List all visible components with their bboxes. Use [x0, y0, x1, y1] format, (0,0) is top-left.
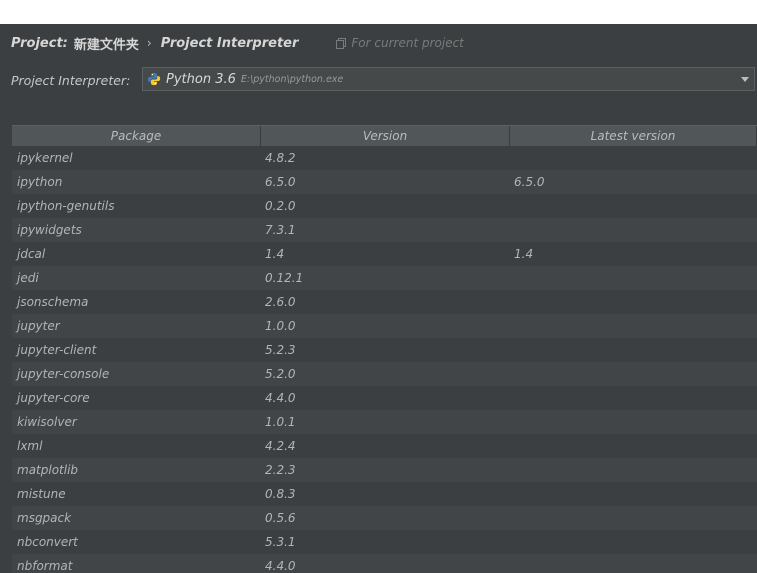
package-latest-version: 6.5.0: [514, 175, 545, 189]
table-row[interactable]: kiwisolver 1.0.1: [12, 410, 757, 434]
package-latest-version: [510, 194, 757, 218]
package-latest-version: [510, 410, 757, 434]
table-row[interactable]: jedi 0.12.1: [12, 266, 757, 290]
package-latest-version: [510, 506, 757, 530]
table-row[interactable]: mistune 0.8.3: [12, 482, 757, 506]
python-logo-icon: [147, 72, 161, 86]
package-name: jupyter-console: [17, 367, 110, 381]
package-name: lxml: [17, 439, 43, 453]
package-latest-version: [510, 482, 757, 506]
package-latest-version: [510, 146, 757, 170]
breadcrumb-separator: ›: [146, 36, 152, 50]
package-version: 5.2.3: [265, 343, 296, 357]
table-row[interactable]: lxml 4.2.4: [12, 434, 757, 458]
table-row[interactable]: ipython 6.5.0 6.5.0: [12, 170, 757, 194]
package-name: ipywidgets: [17, 223, 82, 237]
column-header-version[interactable]: Version: [261, 126, 510, 146]
table-row[interactable]: msgpack 0.5.6: [12, 506, 757, 530]
package-name: jedi: [17, 271, 39, 285]
packages-table: Package Version Latest version ipykernel…: [12, 125, 757, 573]
table-row[interactable]: jupyter-core 4.4.0: [12, 386, 757, 410]
package-version: 0.2.0: [265, 199, 296, 213]
package-name: kiwisolver: [17, 415, 77, 429]
package-name: ipython: [17, 175, 63, 189]
package-name: jupyter-core: [17, 391, 90, 405]
breadcrumb-project-name[interactable]: 新建文件夹: [74, 34, 139, 53]
table-row[interactable]: jupyter-client 5.2.3: [12, 338, 757, 362]
package-latest-version: [510, 338, 757, 362]
package-name: ipython-genutils: [17, 199, 115, 213]
package-version: 1.4: [265, 247, 285, 261]
table-row[interactable]: jsonschema 2.6.0: [12, 290, 757, 314]
package-name: ipykernel: [17, 151, 73, 165]
table-row[interactable]: nbformat 4.4.0: [12, 554, 757, 573]
package-name: nbconvert: [17, 535, 78, 549]
breadcrumb-project-label: Project:: [11, 35, 68, 51]
package-version: 1.0.0: [265, 319, 296, 333]
package-latest-version: [510, 314, 757, 338]
package-version: 6.5.0: [265, 175, 296, 189]
package-version: 2.6.0: [265, 295, 296, 309]
package-name: jdcal: [17, 247, 46, 261]
table-row[interactable]: jdcal 1.4 1.4: [12, 242, 757, 266]
package-latest-version: 1.4: [514, 247, 534, 261]
breadcrumb: Project: 新建文件夹 › Project Interpreter For…: [11, 34, 464, 53]
column-header-package[interactable]: Package: [12, 126, 261, 146]
table-row[interactable]: ipykernel 4.8.2: [12, 146, 757, 170]
package-version: 1.0.1: [265, 415, 296, 429]
interpreter-name: Python 3.6: [166, 71, 236, 87]
package-version: 0.5.6: [265, 511, 296, 525]
package-latest-version: [510, 434, 757, 458]
package-version: 4.2.4: [265, 439, 296, 453]
package-name: nbformat: [17, 559, 73, 573]
package-latest-version: [510, 218, 757, 242]
package-name: jupyter-client: [17, 343, 97, 357]
table-row[interactable]: matplotlib 2.2.3: [12, 458, 757, 482]
package-version: 0.12.1: [265, 271, 304, 285]
package-version: 4.8.2: [265, 151, 296, 165]
column-header-latest-version[interactable]: Latest version: [510, 126, 757, 146]
copy-icon: [336, 38, 347, 49]
package-latest-version: [510, 554, 757, 573]
table-row[interactable]: jupyter 1.0.0: [12, 314, 757, 338]
package-latest-version: [510, 362, 757, 386]
chevron-down-icon[interactable]: [741, 77, 749, 82]
scope-label: For current project: [351, 36, 464, 50]
package-latest-version: [510, 458, 757, 482]
package-name: mistune: [17, 487, 66, 501]
table-row[interactable]: ipython-genutils 0.2.0: [12, 194, 757, 218]
package-name: matplotlib: [17, 463, 79, 477]
package-version: 2.2.3: [265, 463, 296, 477]
package-version: 5.2.0: [265, 367, 296, 381]
package-latest-version: [510, 386, 757, 410]
package-name: jsonschema: [17, 295, 89, 309]
package-latest-version: [510, 530, 757, 554]
table-row[interactable]: jupyter-console 5.2.0: [12, 362, 757, 386]
package-latest-version: [510, 290, 757, 314]
package-version: 0.8.3: [265, 487, 296, 501]
interpreter-label: Project Interpreter:: [11, 72, 131, 88]
package-name: jupyter: [17, 319, 60, 333]
table-row[interactable]: ipywidgets 7.3.1: [12, 218, 757, 242]
table-header: Package Version Latest version: [12, 125, 757, 146]
settings-panel: Project: 新建文件夹 › Project Interpreter For…: [0, 24, 757, 573]
package-name: msgpack: [17, 511, 72, 525]
package-version: 4.4.0: [265, 559, 296, 573]
package-version: 7.3.1: [265, 223, 296, 237]
interpreter-row: Project Interpreter: Python 3.6 E:\pytho…: [11, 67, 755, 93]
breadcrumb-page-title: Project Interpreter: [160, 35, 299, 51]
scope-hint: For current project: [336, 36, 464, 50]
table-body: ipykernel 4.8.2 ipython 6.5.0 6.5.0 ipython…: [12, 146, 757, 573]
table-row[interactable]: nbconvert 5.3.1: [12, 530, 757, 554]
interpreter-path: E:\python\python.exe: [240, 73, 344, 85]
package-version: 4.4.0: [265, 391, 296, 405]
package-version: 5.3.1: [265, 535, 296, 549]
package-latest-version: [510, 266, 757, 290]
interpreter-dropdown[interactable]: Python 3.6 E:\python\python.exe: [142, 67, 755, 91]
